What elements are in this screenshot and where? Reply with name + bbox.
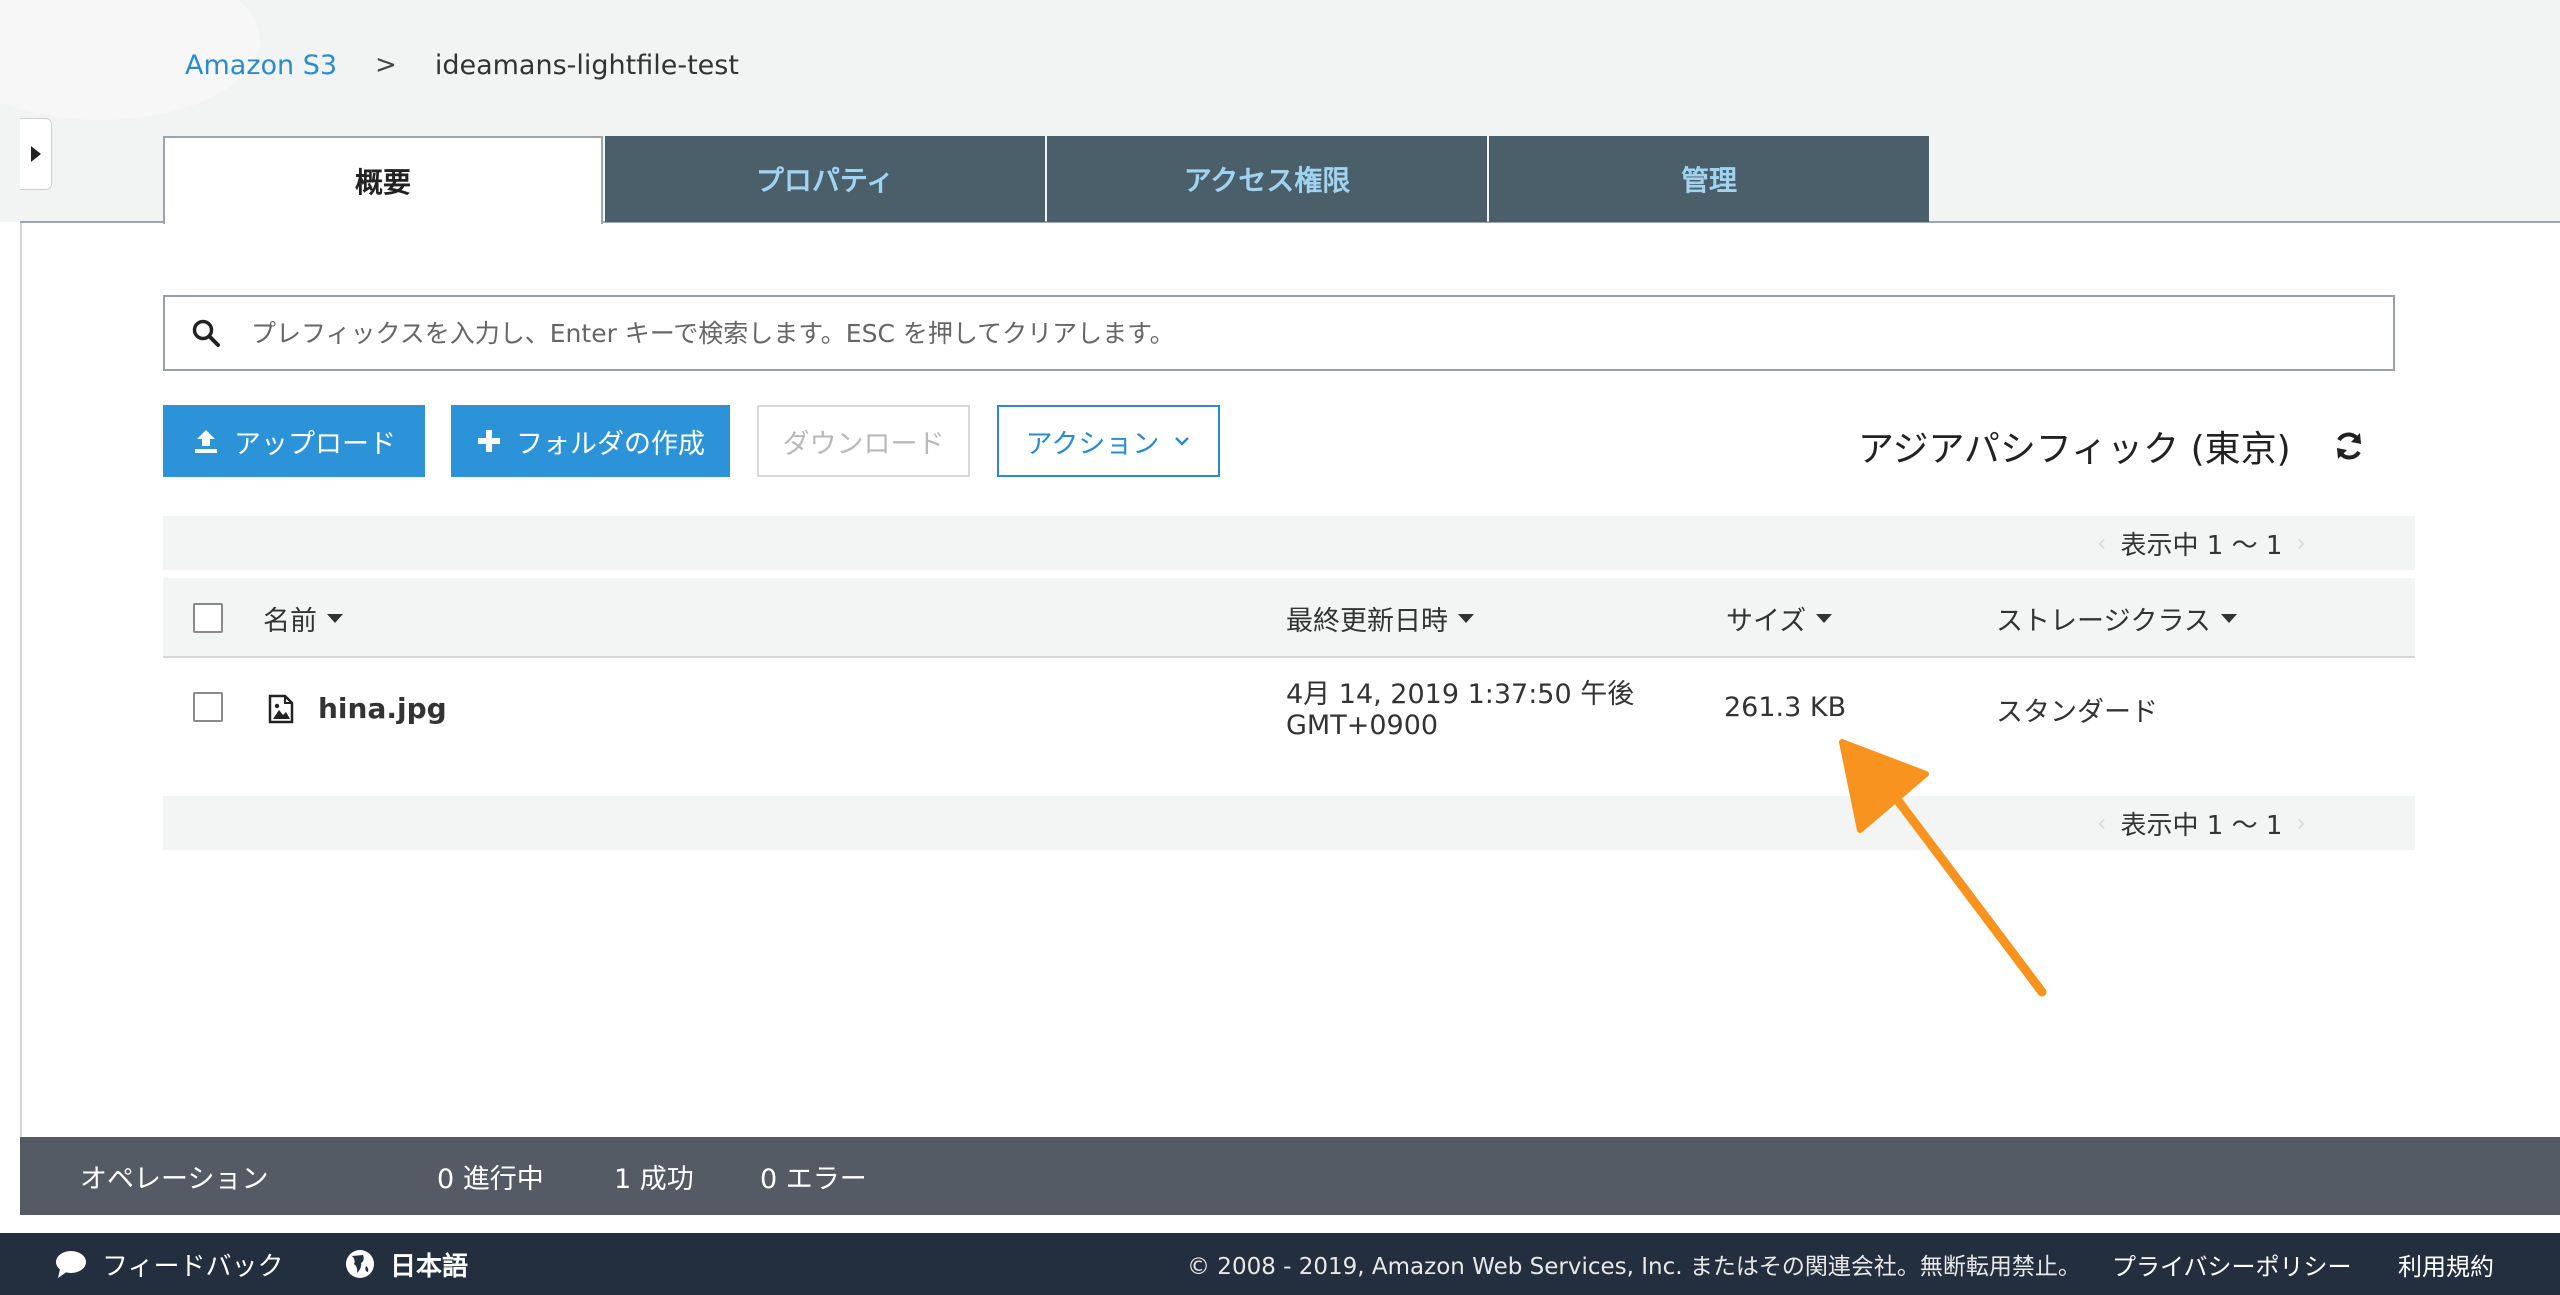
column-header-modified[interactable]: 最終更新日時: [1286, 578, 1474, 658]
search-box: [163, 295, 2395, 371]
operations-error[interactable]: 0 エラー: [760, 1157, 867, 1196]
image-file-icon: [268, 694, 294, 724]
sort-caret-icon: [327, 613, 343, 623]
operations-title[interactable]: オペレーション: [80, 1157, 268, 1196]
tab-bar: 概要 プロパティ アクセス権限 管理: [163, 136, 1931, 224]
copyright-text: © 2008 - 2019, Amazon Web Services, Inc.…: [1187, 1254, 2081, 1280]
next-page-button[interactable]: ›: [2296, 529, 2306, 557]
tab-permissions[interactable]: アクセス権限: [1047, 136, 1487, 222]
privacy-policy-link[interactable]: プライバシーポリシー: [2112, 1247, 2352, 1282]
file-size: 261.3 KB: [1724, 692, 1847, 723]
feedback-link[interactable]: フィードバック: [54, 1246, 283, 1283]
tab-overview[interactable]: 概要: [163, 136, 603, 224]
region-label: アジアパシフィック (東京): [1858, 429, 2291, 470]
table-header: 名前 最終更新日時 サイズ ストレージクラス: [163, 578, 2415, 658]
annotation-arrow-icon: [1839, 739, 2047, 997]
pagination-text: 表示中 1 ～ 1: [2120, 810, 2283, 841]
upload-icon: [195, 430, 217, 453]
storage-class: スタンダード: [1996, 697, 2158, 728]
s3-console-page: Amazon S3 > ideamans-lightfile-test 概要 プ…: [0, 0, 2560, 1295]
sort-caret-icon: [1816, 613, 1833, 623]
footer: フィードバック 日本語 © 2008 - 2019, Amazon Web Se…: [0, 1233, 2560, 1295]
sort-caret-icon: [1458, 613, 1474, 623]
file-name-link[interactable]: hina.jpg: [318, 692, 447, 725]
row-checkbox[interactable]: [193, 692, 223, 722]
upload-button[interactable]: アップロード: [163, 405, 425, 477]
actions-button-label: アクション: [1025, 428, 1160, 460]
column-header-storage-class[interactable]: ストレージクラス: [1996, 578, 2237, 658]
download-button[interactable]: ダウンロード: [757, 405, 970, 477]
modified-date: 4月 14, 2019 1:37:50 午後: [1286, 679, 1635, 710]
actions-dropdown-button[interactable]: アクション: [997, 405, 1220, 477]
operations-in-progress[interactable]: 0 進行中: [437, 1157, 544, 1196]
tab-properties[interactable]: プロパティ: [605, 136, 1045, 222]
feedback-label: フィードバック: [102, 1251, 284, 1282]
modified-timezone: GMT+0900: [1286, 710, 1439, 741]
language-selector[interactable]: 日本語: [344, 1246, 468, 1283]
terms-link[interactable]: 利用規約: [2398, 1247, 2494, 1282]
chevron-down-icon: [1175, 437, 1190, 446]
speech-bubble-icon: [56, 1251, 86, 1278]
download-button-label: ダウンロード: [782, 428, 945, 460]
upload-button-label: アップロード: [234, 428, 396, 460]
column-header-name-label: 名前: [263, 605, 317, 637]
globe-icon: [346, 1250, 374, 1278]
prev-page-button[interactable]: ‹: [2097, 529, 2107, 557]
pagination-top: ‹ 表示中 1 ～ 1 ›: [2083, 516, 2320, 570]
caret-right-icon: [30, 146, 41, 162]
create-folder-button-label: フォルダの作成: [516, 428, 705, 460]
column-header-size-label: サイズ: [1726, 605, 1807, 637]
search-input[interactable]: [251, 303, 2393, 363]
create-folder-button[interactable]: フォルダの作成: [451, 405, 730, 477]
breadcrumb: Amazon S3 > ideamans-lightfile-test: [185, 48, 739, 82]
next-page-button[interactable]: ›: [2296, 809, 2306, 837]
column-header-storage-class-label: ストレージクラス: [1996, 605, 2211, 637]
operations-success[interactable]: 1 成功: [614, 1157, 694, 1196]
sidebar-toggle-button[interactable]: [20, 118, 52, 190]
prev-page-button[interactable]: ‹: [2097, 809, 2107, 837]
breadcrumb-amazon-s3-link[interactable]: Amazon S3: [185, 50, 337, 81]
table-row[interactable]: hina.jpg 4月 14, 2019 1:37:50 午後 GMT+0900…: [163, 660, 2415, 760]
column-header-size[interactable]: サイズ: [1726, 578, 1833, 658]
tab-management[interactable]: 管理: [1489, 136, 1929, 222]
select-all-checkbox[interactable]: [193, 603, 223, 633]
pager-bar-top: ‹ 表示中 1 ～ 1 ›: [163, 516, 2415, 570]
operations-bar: オペレーション 0 進行中 1 成功 0 エラー: [20, 1137, 2560, 1215]
column-header-modified-label: 最終更新日時: [1286, 605, 1448, 637]
sort-caret-icon: [2220, 613, 2237, 623]
breadcrumb-separator: >: [375, 50, 397, 80]
plus-icon: [478, 430, 500, 452]
search-icon: [192, 319, 220, 347]
breadcrumb-bucket-name: ideamans-lightfile-test: [434, 49, 739, 81]
language-label: 日本語: [390, 1251, 469, 1282]
pagination-text: 表示中 1 ～ 1: [2120, 530, 2283, 561]
pagination-bottom: ‹ 表示中 1 ～ 1 ›: [2083, 796, 2320, 850]
refresh-icon[interactable]: [2333, 430, 2365, 462]
pager-bar-bottom: ‹ 表示中 1 ～ 1 ›: [163, 796, 2415, 850]
column-header-name[interactable]: 名前: [263, 578, 343, 658]
